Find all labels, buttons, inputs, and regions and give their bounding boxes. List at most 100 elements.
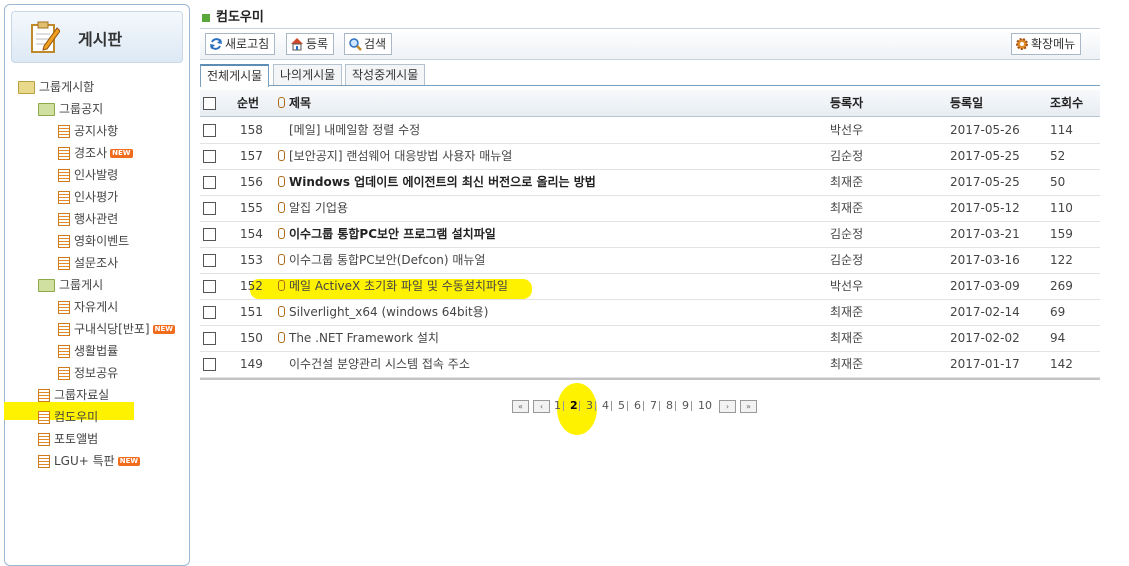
row-checkbox[interactable] bbox=[203, 280, 216, 293]
row-num: 156 bbox=[240, 175, 263, 189]
row-date: 2017-03-21 bbox=[950, 227, 1020, 241]
memo-pencil-icon bbox=[31, 21, 60, 53]
row-title-link[interactable]: 알집 기업용 bbox=[289, 201, 348, 215]
col-date: 등록일 bbox=[950, 96, 984, 110]
row-title-link[interactable]: 이수건설 분양관리 시스템 접속 주소 bbox=[289, 357, 470, 371]
row-checkbox[interactable] bbox=[203, 306, 216, 319]
first-page-button[interactable]: « bbox=[512, 400, 529, 413]
row-checkbox[interactable] bbox=[203, 228, 216, 241]
tree-item[interactable]: 그룹게시 bbox=[38, 275, 103, 295]
tree-item[interactable]: 공지사항 bbox=[58, 121, 118, 141]
row-date: 2017-02-02 bbox=[950, 331, 1020, 345]
tree-item[interactable]: 경조사 NEW bbox=[58, 143, 133, 163]
page-link[interactable]: 1 bbox=[554, 398, 561, 414]
page-link[interactable]: 7 bbox=[650, 398, 657, 414]
row-num: 149 bbox=[240, 357, 263, 371]
last-page-button[interactable]: » bbox=[740, 400, 757, 413]
tree-item[interactable]: 행사관련 bbox=[58, 209, 118, 229]
page-link[interactable]: 3 bbox=[586, 398, 593, 414]
tree-item[interactable]: 정보공유 bbox=[58, 363, 118, 383]
row-date: 2017-05-12 bbox=[950, 201, 1020, 215]
row-title-link[interactable]: 이수그룹 통합PC보안(Defcon) 매뉴얼 bbox=[289, 253, 485, 267]
page-link[interactable]: 4 bbox=[602, 398, 609, 414]
col-author: 등록자 bbox=[830, 96, 864, 110]
tree-item[interactable]: 인사발령 bbox=[58, 165, 118, 185]
prev-page-button[interactable]: ‹ bbox=[533, 400, 550, 413]
tree-item-label: 행사관련 bbox=[74, 212, 119, 226]
row-num: 151 bbox=[240, 305, 263, 319]
next-page-button[interactable]: › bbox=[719, 400, 736, 413]
extend-menu-button[interactable]: 확장메뉴 bbox=[1011, 33, 1082, 55]
home-write-icon bbox=[291, 38, 303, 51]
board-icon bbox=[58, 345, 70, 358]
page-separator bbox=[563, 401, 564, 411]
table-row[interactable]: 155 알집 기업용 최재준 2017-05-12 110 bbox=[200, 195, 1100, 222]
register-button[interactable]: 등록 bbox=[286, 33, 335, 55]
row-date: 2017-05-25 bbox=[950, 175, 1020, 189]
page-link[interactable]: 10 bbox=[698, 398, 712, 414]
page-link[interactable]: 6 bbox=[634, 398, 641, 414]
tree-item[interactable]: 포토앨범 bbox=[38, 429, 98, 449]
tree-item-label: 구내식당[반포] bbox=[74, 322, 150, 336]
row-checkbox[interactable] bbox=[203, 150, 216, 163]
table-row[interactable]: 150 The .NET Framework 설치 최재준 2017-02-02 94 bbox=[200, 325, 1100, 352]
tree-item-label: 인사평가 bbox=[74, 190, 119, 204]
row-title-link[interactable]: The .NET Framework 설치 bbox=[289, 331, 439, 345]
folder-icon bbox=[38, 103, 55, 116]
row-title-link[interactable]: 이수그룹 통합PC보안 프로그램 설치파일 bbox=[289, 227, 496, 241]
board-icon bbox=[58, 235, 70, 248]
tree-item[interactable]: LGU+ 특판 NEW bbox=[38, 451, 141, 471]
table-row[interactable]: 152 메일 ActiveX 초기화 파일 및 수동설치파일 박선우 2017-03-… bbox=[200, 273, 1100, 300]
row-title-link[interactable]: Silverlight_x64 (windows 64bit용) bbox=[289, 305, 488, 319]
tab-bar: 전체게시물 나의게시물 작성중게시물 bbox=[200, 64, 1100, 87]
page-link[interactable]: 5 bbox=[618, 398, 625, 414]
tab-my-posts[interactable]: 나의게시물 bbox=[273, 64, 343, 85]
tree-item[interactable]: 인사평가 bbox=[58, 187, 118, 207]
page-link[interactable]: 9 bbox=[682, 398, 689, 414]
tree-item[interactable]: 자유게시 bbox=[58, 297, 118, 317]
row-title-link[interactable]: [보안공지] 랜섬웨어 대응방법 사용자 매뉴얼 bbox=[289, 149, 512, 163]
tree-item[interactable]: 생활법률 bbox=[58, 341, 118, 361]
row-views: 69 bbox=[1050, 305, 1066, 319]
tree-item[interactable]: 영화이벤트 bbox=[58, 231, 129, 251]
row-checkbox[interactable] bbox=[203, 202, 216, 215]
table-row[interactable]: 149 이수건설 분양관리 시스템 접속 주소 최재준 2017-01-17 142 bbox=[200, 351, 1100, 378]
row-title-link[interactable]: 메일 ActiveX 초기화 파일 및 수동설치파일 bbox=[289, 279, 508, 293]
attachment-icon bbox=[278, 306, 285, 317]
tree-item-label: 생활법률 bbox=[74, 344, 119, 358]
table-row[interactable]: 156 Windows 업데이트 에이전트의 최신 버전으로 올리는 방법 최재준 2… bbox=[200, 169, 1100, 196]
tab-all-posts[interactable]: 전체게시물 bbox=[200, 64, 270, 87]
table-row[interactable]: 154 이수그룹 통합PC보안 프로그램 설치파일 김순정 2017-03-21 159 bbox=[200, 221, 1100, 248]
row-checkbox[interactable] bbox=[203, 124, 216, 137]
row-checkbox[interactable] bbox=[203, 254, 216, 267]
row-checkbox[interactable] bbox=[203, 332, 216, 345]
tab-draft-posts[interactable]: 작성중게시물 bbox=[345, 64, 426, 85]
refresh-button[interactable]: 새로고침 bbox=[205, 33, 276, 55]
row-title-link[interactable]: [메일] 내메일함 정렬 수정 bbox=[289, 123, 420, 137]
tree-item[interactable]: 구내식당[반포] NEW bbox=[58, 319, 175, 339]
row-title-link[interactable]: Windows 업데이트 에이전트의 최신 버전으로 올리는 방법 bbox=[289, 175, 596, 189]
row-author: 김순정 bbox=[830, 149, 864, 163]
table-row[interactable]: 157 [보안공지] 랜섬웨어 대응방법 사용자 매뉴얼 김순정 2017-05-25… bbox=[200, 143, 1100, 170]
page-link[interactable]: 8 bbox=[666, 398, 673, 414]
tree-item[interactable]: 그룹공지 bbox=[38, 99, 103, 119]
row-author: 박선우 bbox=[830, 279, 864, 293]
select-all-checkbox[interactable] bbox=[203, 97, 216, 110]
attachment-icon bbox=[278, 228, 285, 239]
row-num: 153 bbox=[240, 253, 263, 267]
table-row[interactable]: 158 [메일] 내메일함 정렬 수정 박선우 2017-05-26 114 bbox=[200, 117, 1100, 144]
tree-item[interactable]: 설문조사 bbox=[58, 253, 118, 273]
row-checkbox[interactable] bbox=[203, 358, 216, 371]
row-views: 94 bbox=[1050, 331, 1066, 345]
page-link[interactable]: 2 bbox=[570, 398, 578, 414]
tree-item[interactable]: 그룹자료실 bbox=[38, 385, 109, 405]
search-button[interactable]: 검색 bbox=[344, 33, 393, 55]
table-row[interactable]: 153 이수그룹 통합PC보안(Defcon) 매뉴얼 김순정 2017-03-16 1… bbox=[200, 247, 1100, 274]
table-row[interactable]: 151 Silverlight_x64 (windows 64bit용) 최재준 20… bbox=[200, 299, 1100, 326]
row-checkbox[interactable] bbox=[203, 176, 216, 189]
folder-icon bbox=[18, 81, 35, 94]
tree-item[interactable]: 그룹게시함 bbox=[18, 77, 94, 97]
table-header: 순번 제목 등록자 등록일 조회수 bbox=[200, 90, 1100, 117]
tree-item[interactable]: 컴도우미 bbox=[38, 407, 98, 427]
board-icon bbox=[58, 191, 70, 204]
